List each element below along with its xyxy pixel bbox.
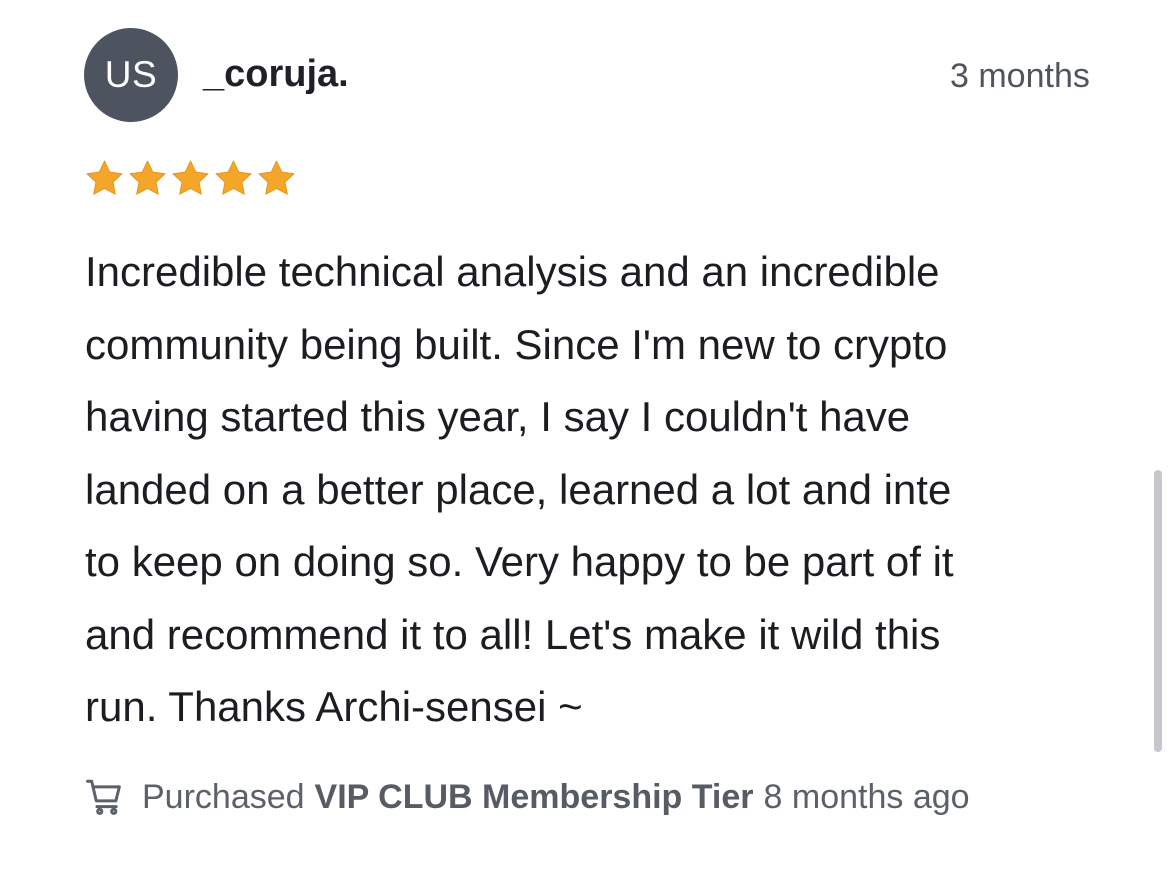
purchase-prefix: Purchased	[142, 778, 305, 816]
star-rating	[84, 158, 297, 199]
review-text: Incredible technical analysis and an inc…	[85, 236, 1111, 746]
review-text-line: and recommend it to all! Let's make it w…	[85, 610, 941, 658]
review-time-container: 3 months	[950, 54, 1110, 98]
star-icon	[129, 160, 166, 195]
star-icon	[86, 160, 123, 195]
review-text-line: run. Thanks Archi-sensei ~	[85, 683, 583, 730]
review-time: 3 months	[950, 57, 1090, 95]
review-text-line: having started this year, I say I couldn…	[85, 393, 911, 440]
shopping-cart-icon	[86, 779, 121, 815]
review-card: US _coruja. 3 months Incredible technica…	[0, 0, 1170, 878]
reviewer-username[interactable]: _coruja.	[203, 52, 349, 96]
review-text-line: landed on a better place, learned a lot …	[85, 465, 952, 513]
star-icon	[172, 160, 209, 195]
purchase-info: Purchased VIP CLUB Membership Tier 8 mon…	[84, 772, 970, 822]
scrollbar[interactable]	[1154, 470, 1162, 752]
purchased-product-link[interactable]: VIP CLUB Membership Tier	[315, 772, 754, 822]
star-icon	[215, 160, 252, 195]
avatar[interactable]: US	[84, 28, 178, 122]
avatar-initials: US	[104, 54, 158, 95]
review-text-line: to keep on doing so. Very happy to be pa…	[85, 538, 954, 585]
review-text-line: Incredible technical analysis and an inc…	[85, 248, 940, 295]
star-icon	[258, 160, 295, 195]
page: US _coruja. 3 months Incredible technica…	[0, 0, 1170, 878]
review-text-line: community being built. Since I'm new to …	[85, 320, 948, 368]
purchase-time: 8 months ago	[763, 778, 970, 816]
